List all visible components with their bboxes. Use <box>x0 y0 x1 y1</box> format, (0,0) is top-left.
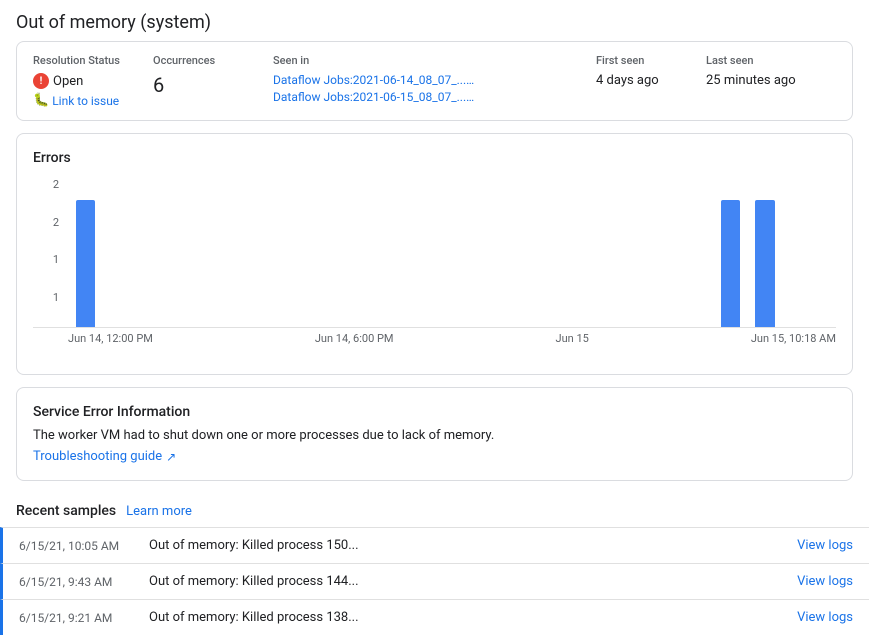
last-seen-value: 25 minutes ago <box>706 73 804 88</box>
chart-card: Errors 2 2 1 1 Jun 14, 12:00 PM <box>16 133 853 375</box>
seen-in-label: Seen in <box>273 54 564 67</box>
x-label-3: Jun 15, 10:18 AM <box>751 332 836 345</box>
redacted-block-2 <box>468 91 564 105</box>
y-label-1: 2 <box>53 216 59 229</box>
service-error-card: Service Error Information The worker VM … <box>16 387 853 481</box>
resolution-label: Resolution Status <box>33 54 121 67</box>
occurrences-label: Occurrences <box>153 54 241 67</box>
sample-row-2: 6/15/21, 9:21 AM Out of memory: Killed p… <box>0 599 869 635</box>
sample-message-2: Out of memory: Killed process 138... <box>149 610 781 625</box>
x-label-1: Jun 14, 6:00 PM <box>315 332 394 345</box>
redacted-block-1 <box>468 74 564 88</box>
status-value: Open <box>53 74 83 89</box>
bar-2 <box>721 200 740 327</box>
chart-container: 2 2 1 1 Jun 14, 12:00 PM Jun 14, 6:00 PM… <box>33 178 836 358</box>
occurrences-value: 6 <box>153 73 241 97</box>
resolution-section: Resolution Status ! Open 🐛 Link to issue <box>33 54 153 108</box>
recent-samples-title: Recent samples <box>16 503 116 519</box>
last-seen-label: Last seen <box>706 54 804 67</box>
view-logs-1[interactable]: View logs <box>797 574 853 589</box>
error-icon: ! <box>33 73 49 89</box>
dataflow-link-1[interactable]: Dataflow Jobs:2021-06-14_08_07_... <box>273 73 564 88</box>
link-to-issue-label: Link to issue <box>52 94 119 108</box>
link-to-issue[interactable]: 🐛 Link to issue <box>33 93 121 108</box>
dataflow-link-2-text: Dataflow Jobs:2021-06-15_08_07_... <box>273 90 474 104</box>
bug-icon: 🐛 <box>33 93 49 108</box>
bars-container <box>68 178 836 327</box>
first-seen-label: First seen <box>596 54 674 67</box>
learn-more-link[interactable]: Learn more <box>126 504 192 519</box>
x-label-0: Jun 14, 12:00 PM <box>68 332 153 345</box>
sample-time-2: 6/15/21, 9:21 AM <box>19 611 149 625</box>
chart-title: Errors <box>33 150 836 166</box>
view-logs-0[interactable]: View logs <box>797 538 853 553</box>
sample-message-1: Out of memory: Killed process 144... <box>149 574 781 589</box>
sample-time-0: 6/15/21, 10:05 AM <box>19 539 149 553</box>
first-seen-section: First seen 4 days ago <box>596 54 706 88</box>
recent-samples-header: Recent samples Learn more <box>0 493 869 527</box>
sample-row-1: 6/15/21, 9:43 AM Out of memory: Killed p… <box>0 563 869 599</box>
x-label-2: Jun 15 <box>556 332 589 345</box>
y-label-3: 1 <box>53 291 59 304</box>
y-label-2: 1 <box>53 253 59 266</box>
occurrences-section: Occurrences 6 <box>153 54 273 97</box>
y-axis: 2 2 1 1 <box>33 178 63 328</box>
external-link-icon: ↗ <box>166 450 176 464</box>
sample-time-1: 6/15/21, 9:43 AM <box>19 575 149 589</box>
dataflow-link-2[interactable]: Dataflow Jobs:2021-06-15_08_07_... <box>273 90 564 105</box>
seen-in-section: Seen in Dataflow Jobs:2021-06-14_08_07_.… <box>273 54 596 107</box>
service-error-title: Service Error Information <box>33 404 836 420</box>
x-axis: Jun 14, 12:00 PM Jun 14, 6:00 PM Jun 15 … <box>68 328 836 345</box>
seen-in-links: Dataflow Jobs:2021-06-14_08_07_... Dataf… <box>273 73 564 105</box>
bar-1 <box>76 200 95 327</box>
last-seen-section: Last seen 25 minutes ago <box>706 54 836 88</box>
troubleshoot-label: Troubleshooting guide <box>33 449 162 464</box>
info-card: Resolution Status ! Open 🐛 Link to issue… <box>16 41 853 121</box>
page-title: Out of memory (system) <box>0 0 869 41</box>
service-error-description: The worker VM had to shut down one or mo… <box>33 428 836 443</box>
chart-area: 2 2 1 1 <box>33 178 836 328</box>
view-logs-2[interactable]: View logs <box>797 610 853 625</box>
dataflow-link-1-text: Dataflow Jobs:2021-06-14_08_07_... <box>273 73 474 87</box>
y-label-0: 2 <box>53 178 59 191</box>
first-seen-value: 4 days ago <box>596 73 674 88</box>
status-row: ! Open <box>33 73 121 89</box>
troubleshoot-link[interactable]: Troubleshooting guide ↗ <box>33 449 836 464</box>
bar-3 <box>755 200 774 327</box>
sample-row-0: 6/15/21, 10:05 AM Out of memory: Killed … <box>0 527 869 563</box>
sample-message-0: Out of memory: Killed process 150... <box>149 538 781 553</box>
